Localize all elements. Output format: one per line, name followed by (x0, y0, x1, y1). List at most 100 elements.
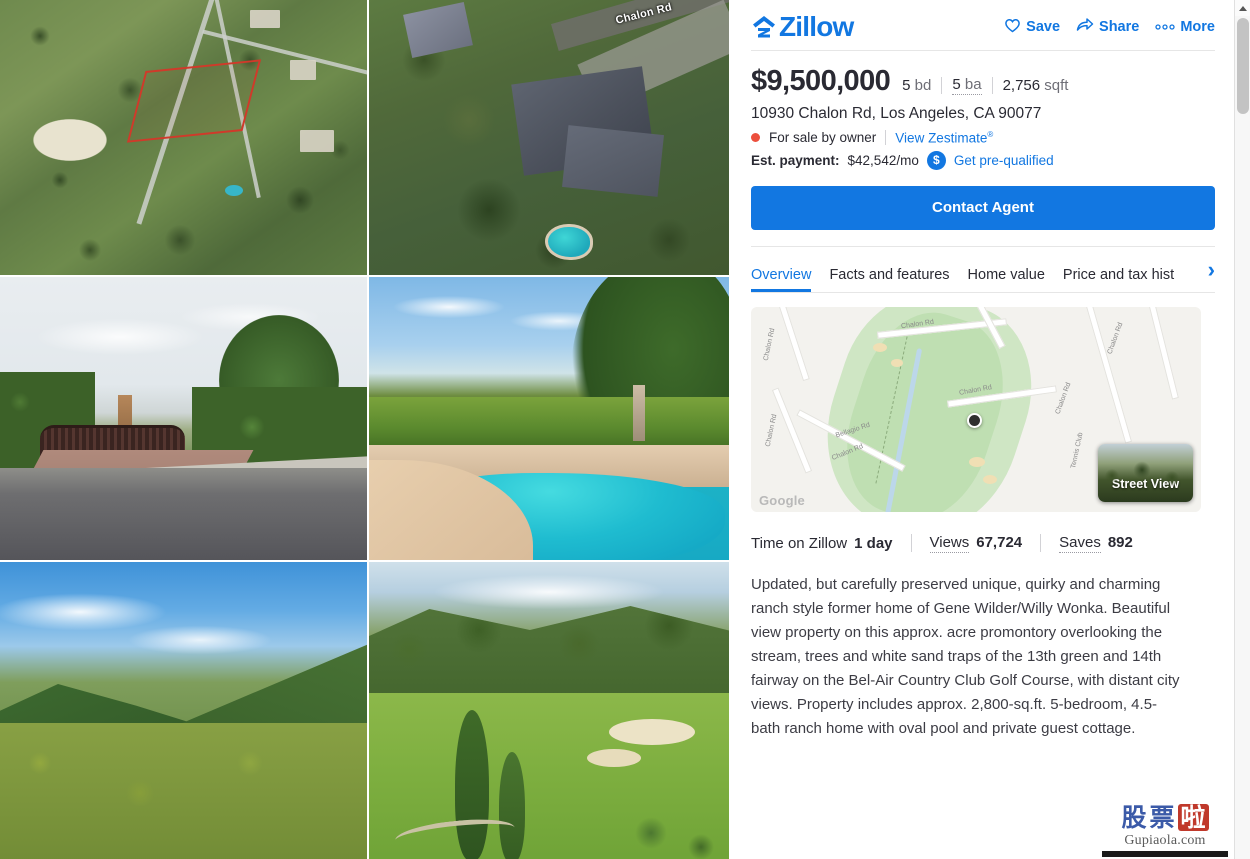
stat-views[interactable]: Views 67,724 (929, 533, 1023, 553)
map-street-label: Chalon Rd (1054, 381, 1073, 415)
beds-unit: bd (914, 77, 932, 94)
aerial-main-roof-wing (562, 125, 664, 197)
watermark-char: 票 (1149, 802, 1175, 832)
street (0, 468, 367, 560)
shrubs (611, 783, 729, 859)
stat-value: 67,724 (976, 533, 1023, 551)
map-street-label: Chalon Rd (764, 413, 779, 447)
stat-label: Saves (1059, 533, 1101, 553)
gallery-photo-pool[interactable] (369, 277, 729, 560)
zillow-logo[interactable]: Zillow (751, 11, 854, 43)
map-marker-icon (967, 412, 982, 428)
save-button[interactable]: Save (1004, 17, 1060, 37)
fountain (633, 385, 645, 441)
aerial-pool (225, 185, 243, 196)
beds-fact: 5 bd (902, 77, 931, 94)
payment-label: Est. payment: (751, 152, 840, 168)
stat-time-on-zillow: Time on Zillow 1 day (751, 535, 893, 552)
stat-value: 892 (1107, 533, 1133, 551)
aerial-outbuilding-roof (403, 2, 473, 58)
panel-header: Zillow Save Share More (751, 0, 1215, 48)
map-road (1083, 306, 1133, 444)
gallery-photo-aerial-roof[interactable]: Chalon Rd (369, 0, 729, 275)
heart-icon (1004, 17, 1021, 37)
registered-mark: ® (987, 130, 994, 139)
watermark-site: Gupiaola.com (1124, 832, 1206, 848)
aerial-building (300, 130, 334, 152)
contact-agent-button[interactable]: Contact Agent (751, 185, 1215, 230)
chevron-right-icon[interactable]: › (1203, 256, 1215, 283)
tree (499, 752, 525, 859)
tab-price-and-tax-history[interactable]: Price and tax hist (1063, 267, 1174, 292)
stat-label: Views (929, 533, 970, 553)
get-prequalified-link[interactable]: Get pre-qualified (954, 153, 1054, 168)
map-road (771, 386, 813, 474)
panel-scrollbar[interactable] (1234, 0, 1250, 859)
brush-foreground (0, 723, 367, 859)
gallery-photo-aerial-parcel[interactable] (0, 0, 367, 275)
sand-trap (587, 749, 641, 767)
map-road (772, 306, 810, 381)
arrow-up-icon (1239, 5, 1247, 11)
panel-scroll-up-button[interactable] (1235, 0, 1250, 16)
sqft-value: 2,756 (1002, 77, 1041, 94)
header-actions: Save Share More (1004, 17, 1215, 37)
sand-trap (891, 358, 903, 367)
street-view-button[interactable]: Street View (1098, 443, 1193, 502)
tab-overview[interactable]: Overview (751, 267, 812, 292)
stat-saves[interactable]: Saves 892 (1059, 534, 1133, 553)
panel-scrollbar-thumb[interactable] (1237, 18, 1249, 114)
tab-list: Overview Facts and features Home value P… (751, 247, 1215, 293)
aerial-building (250, 10, 280, 28)
more-button[interactable]: More (1155, 19, 1215, 35)
save-label: Save (1026, 19, 1061, 35)
dollar-badge-icon: $ (926, 150, 946, 170)
gallery-photo-gate[interactable] (0, 277, 367, 560)
status-dot-icon (751, 133, 760, 143)
listing-status-row: For sale by owner View Zestimate® (751, 130, 1215, 146)
status-label: For sale by owner (769, 130, 877, 146)
map-street-label: Chalon Rd (762, 327, 777, 361)
map-street-label: Tennis Club (1070, 431, 1085, 469)
fact-divider (941, 77, 943, 94)
listing-description: Updated, but carefully preserved unique,… (751, 575, 1180, 737)
listing-detail-panel: Zillow Save Share More $9,500,000 5 bd 5… (729, 0, 1233, 859)
listing-price: $9,500,000 (751, 65, 891, 97)
watermark-characters: 股 票 啦 (1121, 802, 1209, 832)
baths-fact[interactable]: 5 ba (952, 76, 982, 95)
gallery-photo-golf-course[interactable] (369, 562, 729, 859)
sand-trap (873, 342, 887, 352)
listing-facts: 5 bd 5 ba 2,756 sqft (902, 76, 1068, 95)
price-summary-row: $9,500,000 5 bd 5 ba 2,756 sqft (751, 65, 1215, 98)
share-label: Share (1099, 19, 1140, 35)
gallery-photo-valley-view[interactable] (0, 562, 367, 859)
photo-gallery-grid: Chalon Rd (0, 0, 729, 859)
estimated-payment-row: Est. payment: $42,542/mo $ Get pre-quali… (751, 150, 1215, 170)
sand-trap (609, 719, 695, 745)
header-divider (751, 50, 1215, 51)
baths-value: 5 (952, 76, 961, 93)
sky (0, 582, 300, 672)
section-tabs: Overview Facts and features Home value P… (751, 245, 1215, 293)
watermark-char: 啦 (1177, 803, 1209, 831)
beds-value: 5 (902, 77, 911, 94)
view-zestimate-link[interactable]: View Zestimate® (895, 130, 993, 146)
zillow-wordmark: Zillow (779, 11, 854, 42)
aerial-pool (545, 224, 593, 260)
baths-unit: ba (964, 76, 982, 93)
share-arrow-icon (1076, 17, 1094, 37)
location-map[interactable]: Chalon Rd Chalon Rd Chalon Rd Chalon Rd … (751, 306, 1201, 512)
status-divider (885, 130, 887, 146)
sand-trap (983, 474, 997, 484)
listing-stats-row: Time on Zillow 1 day Views 67,724 Saves … (751, 534, 1215, 553)
tab-facts-and-features[interactable]: Facts and features (829, 267, 949, 292)
map-street-label: Chalon Rd (1106, 321, 1125, 355)
stat-label: Time on Zillow (751, 534, 848, 552)
more-label: More (1180, 19, 1215, 35)
parcel-outline (126, 59, 262, 143)
street-view-thumbnail (1098, 457, 1193, 492)
share-button[interactable]: Share (1076, 17, 1139, 37)
google-attribution: Google (759, 492, 805, 508)
tab-home-value[interactable]: Home value (968, 267, 1045, 292)
stat-divider (910, 534, 912, 552)
